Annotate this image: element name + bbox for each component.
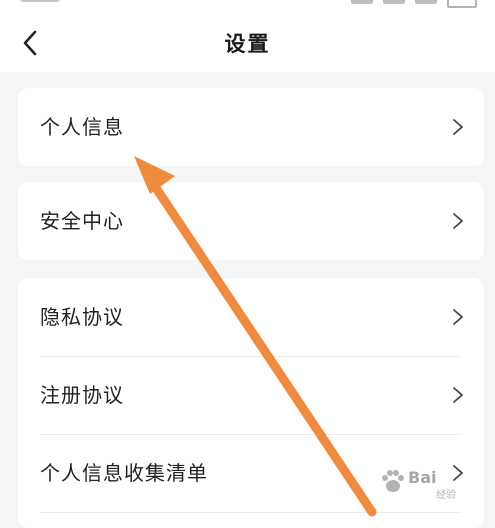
settings-item-personal-info[interactable]: 个人信息 bbox=[18, 88, 484, 166]
wifi-icon bbox=[383, 0, 405, 4]
settings-item-label: 个人信息 bbox=[40, 115, 124, 139]
chevron-right-icon bbox=[453, 387, 463, 403]
divider bbox=[40, 512, 462, 513]
status-bar bbox=[0, 0, 495, 14]
paw-icon bbox=[382, 470, 404, 492]
chevron-right-icon bbox=[453, 213, 463, 229]
status-bar-icons bbox=[307, 0, 477, 8]
settings-group-security: 安全中心 bbox=[18, 182, 484, 260]
settings-group-personal: 个人信息 bbox=[18, 88, 484, 166]
watermark-subtext: 经验 bbox=[436, 490, 456, 501]
status-bar-time bbox=[20, 0, 60, 2]
settings-item-label: 安全中心 bbox=[40, 209, 124, 233]
settings-item-security-center[interactable]: 安全中心 bbox=[18, 182, 484, 260]
watermark-logo: Bai 经验 bbox=[378, 462, 478, 502]
settings-item-label: 个人信息收集清单 bbox=[40, 461, 208, 485]
page-title: 设置 bbox=[224, 32, 271, 56]
settings-item-registration-agreement[interactable]: 注册协议 bbox=[18, 356, 484, 434]
chevron-right-icon bbox=[453, 309, 463, 325]
settings-item-label: 注册协议 bbox=[40, 383, 124, 407]
battery-icon bbox=[447, 0, 477, 8]
settings-item-privacy-agreement[interactable]: 隐私协议 bbox=[18, 278, 484, 356]
watermark-text: Bai bbox=[408, 468, 437, 487]
header: 设置 bbox=[0, 14, 495, 72]
settings-item-label: 隐私协议 bbox=[40, 305, 124, 329]
chevron-right-icon bbox=[453, 119, 463, 135]
network-icon bbox=[415, 0, 437, 4]
signal-icon bbox=[351, 0, 373, 4]
